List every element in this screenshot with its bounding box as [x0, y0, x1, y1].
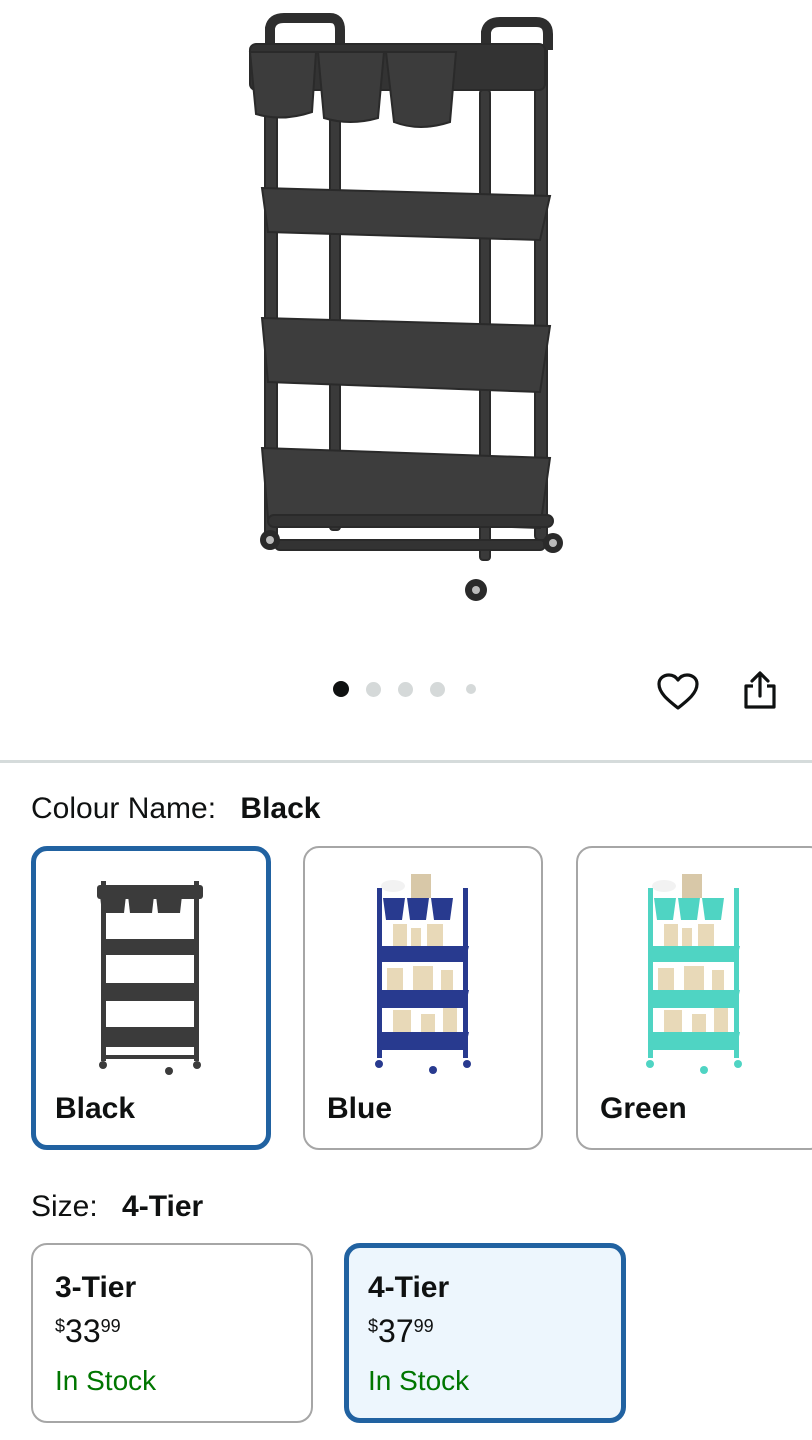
colour-label-row: Colour Name: Black — [31, 792, 320, 826]
price-currency: $ — [368, 1316, 379, 1336]
carousel-dot-active[interactable] — [333, 681, 349, 697]
price-dollars: 37 — [378, 1313, 414, 1349]
colour-option-black[interactable]: Black — [31, 846, 271, 1150]
carousel-dot[interactable] — [466, 684, 476, 694]
carousel-dot[interactable] — [398, 682, 413, 697]
size-option-price: $3399 — [55, 1315, 289, 1347]
share-icon — [744, 671, 776, 709]
size-option-label: 4-Tier — [368, 1271, 450, 1304]
product-image[interactable] — [0, 0, 812, 660]
size-option-3-tier[interactable]: 3-Tier $3399 In Stock — [31, 1243, 313, 1423]
heart-icon — [657, 673, 699, 710]
size-option-label: 3-Tier — [55, 1271, 137, 1304]
price-currency: $ — [55, 1316, 66, 1336]
favorite-button[interactable] — [654, 668, 702, 716]
size-label-row: Size: 4-Tier — [31, 1190, 203, 1224]
colour-option-blue[interactable]: Blue — [303, 846, 543, 1150]
colour-label: Colour Name: — [31, 792, 217, 825]
colour-option-label: Blue — [327, 1092, 393, 1125]
colour-option-green[interactable]: Green — [576, 846, 812, 1150]
green-cart-thumbnail — [646, 874, 742, 1074]
size-label: Size: — [31, 1190, 98, 1223]
cart-illustration — [248, 13, 563, 601]
section-divider — [0, 760, 812, 763]
carousel-dot[interactable] — [366, 682, 381, 697]
price-cents: 99 — [413, 1316, 434, 1336]
size-selected-value: 4-Tier — [122, 1190, 204, 1223]
size-option-4-tier[interactable]: 4-Tier $3799 In Stock — [344, 1243, 626, 1423]
carousel-dot[interactable] — [430, 682, 445, 697]
stock-status: In Stock — [55, 1365, 157, 1396]
price-cents: 99 — [100, 1316, 121, 1336]
share-button[interactable] — [736, 666, 784, 714]
colour-selected-value: Black — [240, 792, 321, 825]
black-cart-thumbnail — [97, 881, 203, 1075]
carousel-dots[interactable] — [330, 680, 480, 698]
colour-option-label: Green — [600, 1092, 687, 1125]
colour-option-label: Black — [55, 1092, 136, 1125]
price-dollars: 33 — [65, 1313, 101, 1349]
size-option-price: $3799 — [368, 1315, 602, 1347]
blue-cart-thumbnail — [375, 874, 471, 1074]
stock-status: In Stock — [368, 1365, 470, 1396]
